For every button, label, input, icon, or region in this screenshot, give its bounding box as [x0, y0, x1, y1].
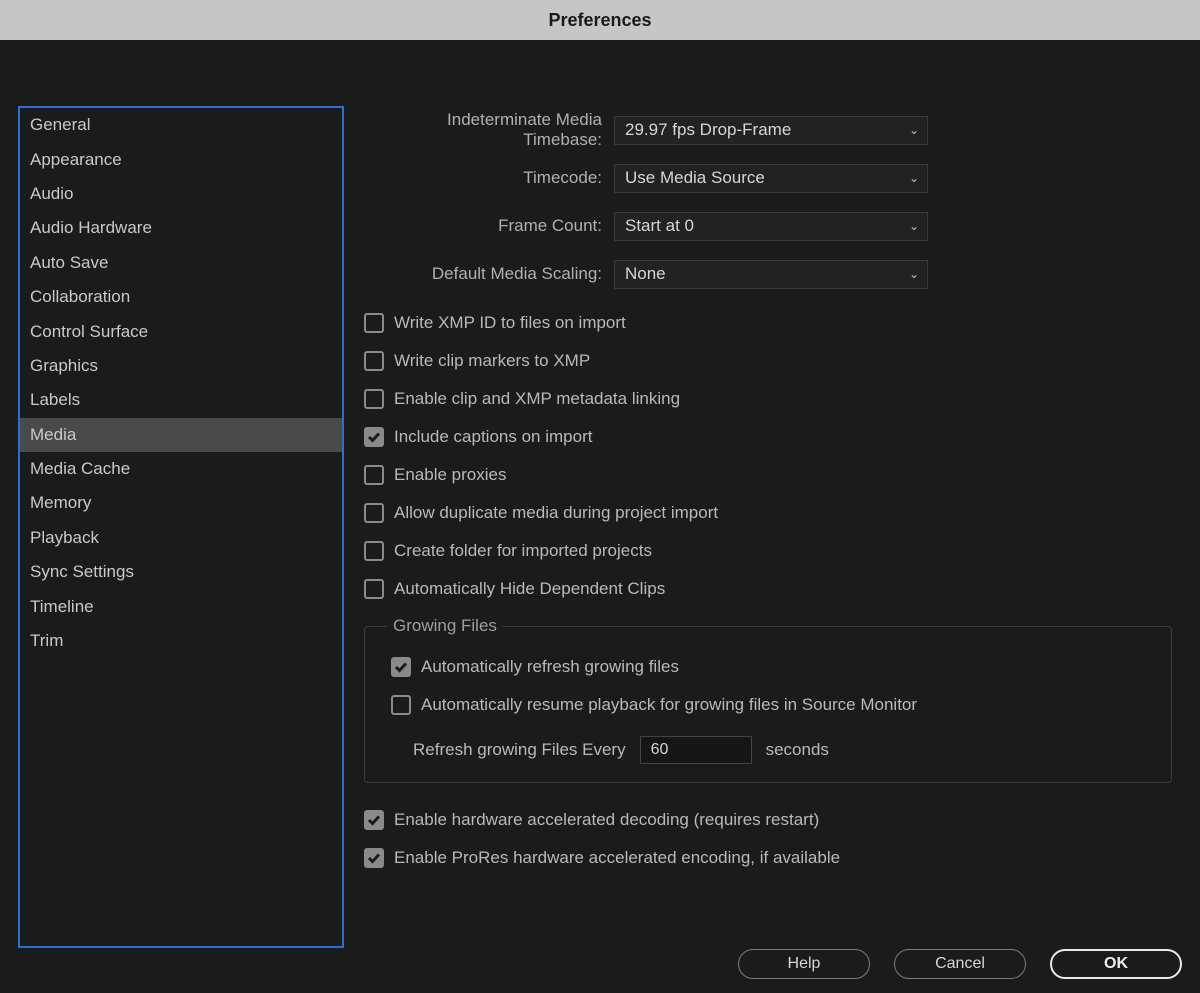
sidebar-item-media[interactable]: Media: [20, 418, 342, 452]
sidebar-item-audio-hardware[interactable]: Audio Hardware: [20, 211, 342, 245]
dup-media-label: Allow duplicate media during project imp…: [394, 503, 718, 523]
clip-markers-row: Write clip markers to XMP: [364, 342, 1172, 380]
dup-media-row: Allow duplicate media during project imp…: [364, 494, 1172, 532]
sidebar-item-graphics[interactable]: Graphics: [20, 349, 342, 383]
hw-decoding-label: Enable hardware accelerated decoding (re…: [394, 810, 819, 830]
xmp-id-label: Write XMP ID to files on import: [394, 313, 626, 333]
chevron-down-icon: ⌄: [909, 267, 919, 281]
create-folder-label: Create folder for imported projects: [394, 541, 652, 561]
scaling-value: None: [625, 264, 666, 284]
auto-resume-label: Automatically resume playback for growin…: [421, 695, 917, 715]
growing-files-group: Growing Files Automatically refresh grow…: [364, 616, 1172, 783]
sidebar-item-trim[interactable]: Trim: [20, 624, 342, 658]
sidebar-item-media-cache[interactable]: Media Cache: [20, 452, 342, 486]
sidebar-item-timeline[interactable]: Timeline: [20, 589, 342, 623]
framecount-label: Frame Count:: [364, 216, 614, 236]
timecode-value: Use Media Source: [625, 168, 765, 188]
captions-label: Include captions on import: [394, 427, 592, 447]
ok-button[interactable]: OK: [1050, 949, 1182, 979]
sidebar-item-control-surface[interactable]: Control Surface: [20, 314, 342, 348]
auto-resume-row: Automatically resume playback for growin…: [383, 686, 1153, 724]
checkbox[interactable]: [364, 810, 384, 830]
scaling-select[interactable]: None ⌄: [614, 260, 928, 289]
metadata-linking-row: Enable clip and XMP metadata linking: [364, 380, 1172, 418]
hw-prores-label: Enable ProRes hardware accelerated encod…: [394, 848, 840, 868]
hw-decoding-row: Enable hardware accelerated decoding (re…: [364, 801, 1172, 839]
framecount-select[interactable]: Start at 0 ⌄: [614, 212, 928, 241]
proxies-row: Enable proxies: [364, 456, 1172, 494]
timecode-label: Timecode:: [364, 168, 614, 188]
chevron-down-icon: ⌄: [909, 219, 919, 233]
checkbox[interactable]: [364, 351, 384, 371]
checkbox[interactable]: [391, 657, 411, 677]
sidebar-item-labels[interactable]: Labels: [20, 383, 342, 417]
checkbox[interactable]: [364, 579, 384, 599]
sidebar-item-collaboration[interactable]: Collaboration: [20, 280, 342, 314]
refresh-interval-suffix: seconds: [766, 740, 829, 760]
xmp-id-row: Write XMP ID to files on import: [364, 304, 1172, 342]
media-preferences-pane: Indeterminate Media Timebase: 29.97 fps …: [344, 106, 1182, 993]
timebase-select[interactable]: 29.97 fps Drop-Frame ⌄: [614, 116, 928, 145]
hw-prores-row: Enable ProRes hardware accelerated encod…: [364, 839, 1172, 877]
sidebar-item-auto-save[interactable]: Auto Save: [20, 246, 342, 280]
checkbox[interactable]: [364, 313, 384, 333]
refresh-interval-input[interactable]: [640, 736, 752, 764]
sidebar-item-general[interactable]: General: [20, 108, 342, 142]
checkbox[interactable]: [364, 465, 384, 485]
auto-refresh-row: Automatically refresh growing files: [383, 648, 1153, 686]
checkbox[interactable]: [364, 848, 384, 868]
checkbox[interactable]: [364, 389, 384, 409]
auto-refresh-label: Automatically refresh growing files: [421, 657, 679, 677]
checkbox[interactable]: [364, 427, 384, 447]
framecount-value: Start at 0: [625, 216, 694, 236]
preferences-category-sidebar: GeneralAppearanceAudioAudio HardwareAuto…: [18, 106, 344, 948]
timecode-select[interactable]: Use Media Source ⌄: [614, 164, 928, 193]
hide-dependent-row: Automatically Hide Dependent Clips: [364, 570, 1172, 608]
checkbox[interactable]: [391, 695, 411, 715]
chevron-down-icon: ⌄: [909, 123, 919, 137]
proxies-label: Enable proxies: [394, 465, 506, 485]
metadata-linking-label: Enable clip and XMP metadata linking: [394, 389, 680, 409]
sidebar-item-appearance[interactable]: Appearance: [20, 142, 342, 176]
clip-markers-label: Write clip markers to XMP: [394, 351, 590, 371]
hide-dependent-label: Automatically Hide Dependent Clips: [394, 579, 665, 599]
scaling-label: Default Media Scaling:: [364, 264, 614, 284]
create-folder-row: Create folder for imported projects: [364, 532, 1172, 570]
sidebar-item-audio[interactable]: Audio: [20, 177, 342, 211]
dialog-title: Preferences: [0, 0, 1200, 40]
checkbox[interactable]: [364, 503, 384, 523]
chevron-down-icon: ⌄: [909, 171, 919, 185]
sidebar-item-memory[interactable]: Memory: [20, 486, 342, 520]
growing-files-legend: Growing Files: [387, 616, 503, 636]
refresh-interval-label: Refresh growing Files Every: [413, 740, 626, 760]
captions-row: Include captions on import: [364, 418, 1172, 456]
sidebar-item-playback[interactable]: Playback: [20, 521, 342, 555]
cancel-button[interactable]: Cancel: [894, 949, 1026, 979]
timebase-label: Indeterminate Media Timebase:: [364, 110, 614, 150]
help-button[interactable]: Help: [738, 949, 870, 979]
checkbox[interactable]: [364, 541, 384, 561]
timebase-value: 29.97 fps Drop-Frame: [625, 120, 791, 140]
sidebar-item-sync-settings[interactable]: Sync Settings: [20, 555, 342, 589]
